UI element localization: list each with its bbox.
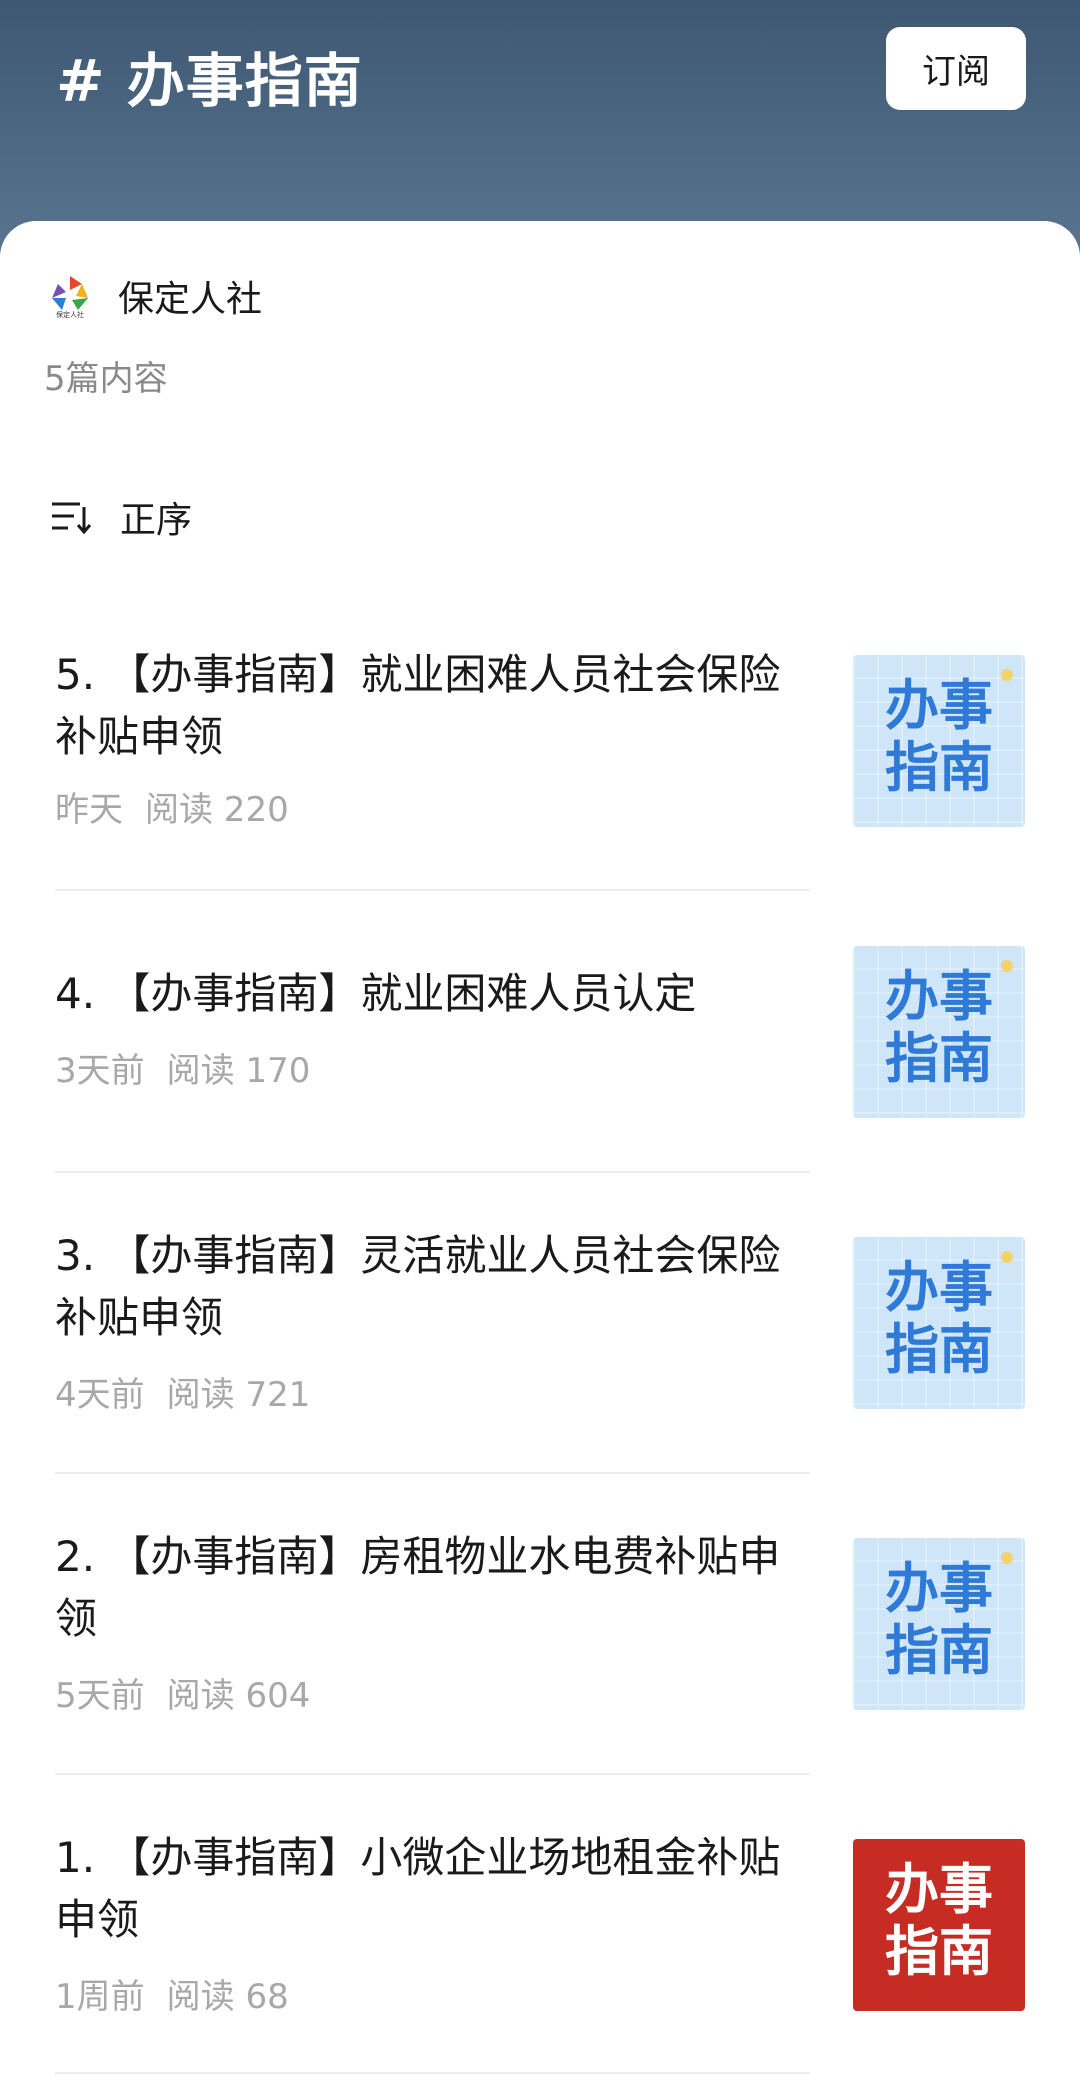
article-meta: 4天前 阅读 721 [55, 1367, 310, 1416]
thumbnail-text: 办事 指南 [885, 1256, 993, 1381]
thumbnail-text: 办事 指南 [885, 965, 993, 1090]
article-time: 昨天 [55, 790, 123, 830]
divider [55, 889, 810, 891]
content-sheet: 保定人社 保定人社 5篇内容 正序 [0, 221, 1080, 2076]
article-thumbnail[interactable]: 办事 指南 [853, 1538, 1025, 1710]
article-meta: 3天前 阅读 170 [55, 1043, 310, 1092]
article-reads: 阅读 604 [166, 1676, 311, 1716]
sort-lines-icon [52, 502, 92, 535]
divider [55, 1171, 810, 1173]
article-title: 3. 【办事指南】灵活就业人员社会保险补贴申领 [55, 1231, 781, 1342]
divider [55, 1472, 810, 1474]
sort-label: 正序 [120, 500, 193, 541]
article-reads: 阅读 68 [166, 1977, 289, 2017]
account-logo-icon: 保定人社 [48, 274, 92, 319]
article-time: 3天前 [55, 1051, 145, 1091]
article-thumbnail[interactable]: 办事 指南 [853, 1237, 1025, 1409]
article-thumbnail[interactable]: 办事 指南 [853, 946, 1025, 1118]
topic-title: # 办事指南 [56, 47, 363, 115]
article-title: 1. 【办事指南】小微企业场地租金补贴申领 [55, 1833, 781, 1944]
thumbnail-text: 办事 指南 [885, 1557, 993, 1682]
article-meta: 5天前 阅读 604 [55, 1668, 310, 1717]
article-reads: 阅读 170 [166, 1051, 311, 1091]
divider [55, 2072, 810, 2074]
article-time: 1周前 [55, 1977, 145, 2017]
article-title: 5. 【办事指南】就业困难人员社会保险补贴申领 [55, 650, 781, 761]
thumbnail-text: 办事 指南 [885, 1858, 993, 1983]
content-count: 5篇内容 [44, 359, 168, 399]
article-reads: 阅读 220 [145, 790, 289, 830]
sort-toggle[interactable]: 正序 [50, 491, 192, 543]
logo-caption: 保定人社 [56, 310, 84, 318]
thumbnail-text: 办事 指南 [885, 674, 993, 799]
article-time: 4天前 [55, 1375, 145, 1415]
account-row[interactable]: 保定人社 保定人社 [48, 271, 262, 321]
article-meta: 昨天 阅读 220 [55, 782, 289, 831]
article-thumbnail[interactable]: 办事 指南 [853, 655, 1025, 827]
article-reads: 阅读 721 [166, 1375, 311, 1415]
divider [55, 1773, 810, 1775]
article-meta: 1周前 阅读 68 [55, 1969, 289, 2018]
account-name: 保定人社 [118, 279, 263, 320]
article-title: 4. 【办事指南】就业困难人员认定 [55, 969, 697, 1018]
article-title: 2. 【办事指南】房租物业水电费补贴申领 [55, 1532, 781, 1643]
subscribe-button[interactable]: 订阅 [886, 27, 1026, 110]
article-time: 5天前 [55, 1676, 145, 1716]
article-thumbnail[interactable]: 办事 指南 [853, 1839, 1025, 2011]
